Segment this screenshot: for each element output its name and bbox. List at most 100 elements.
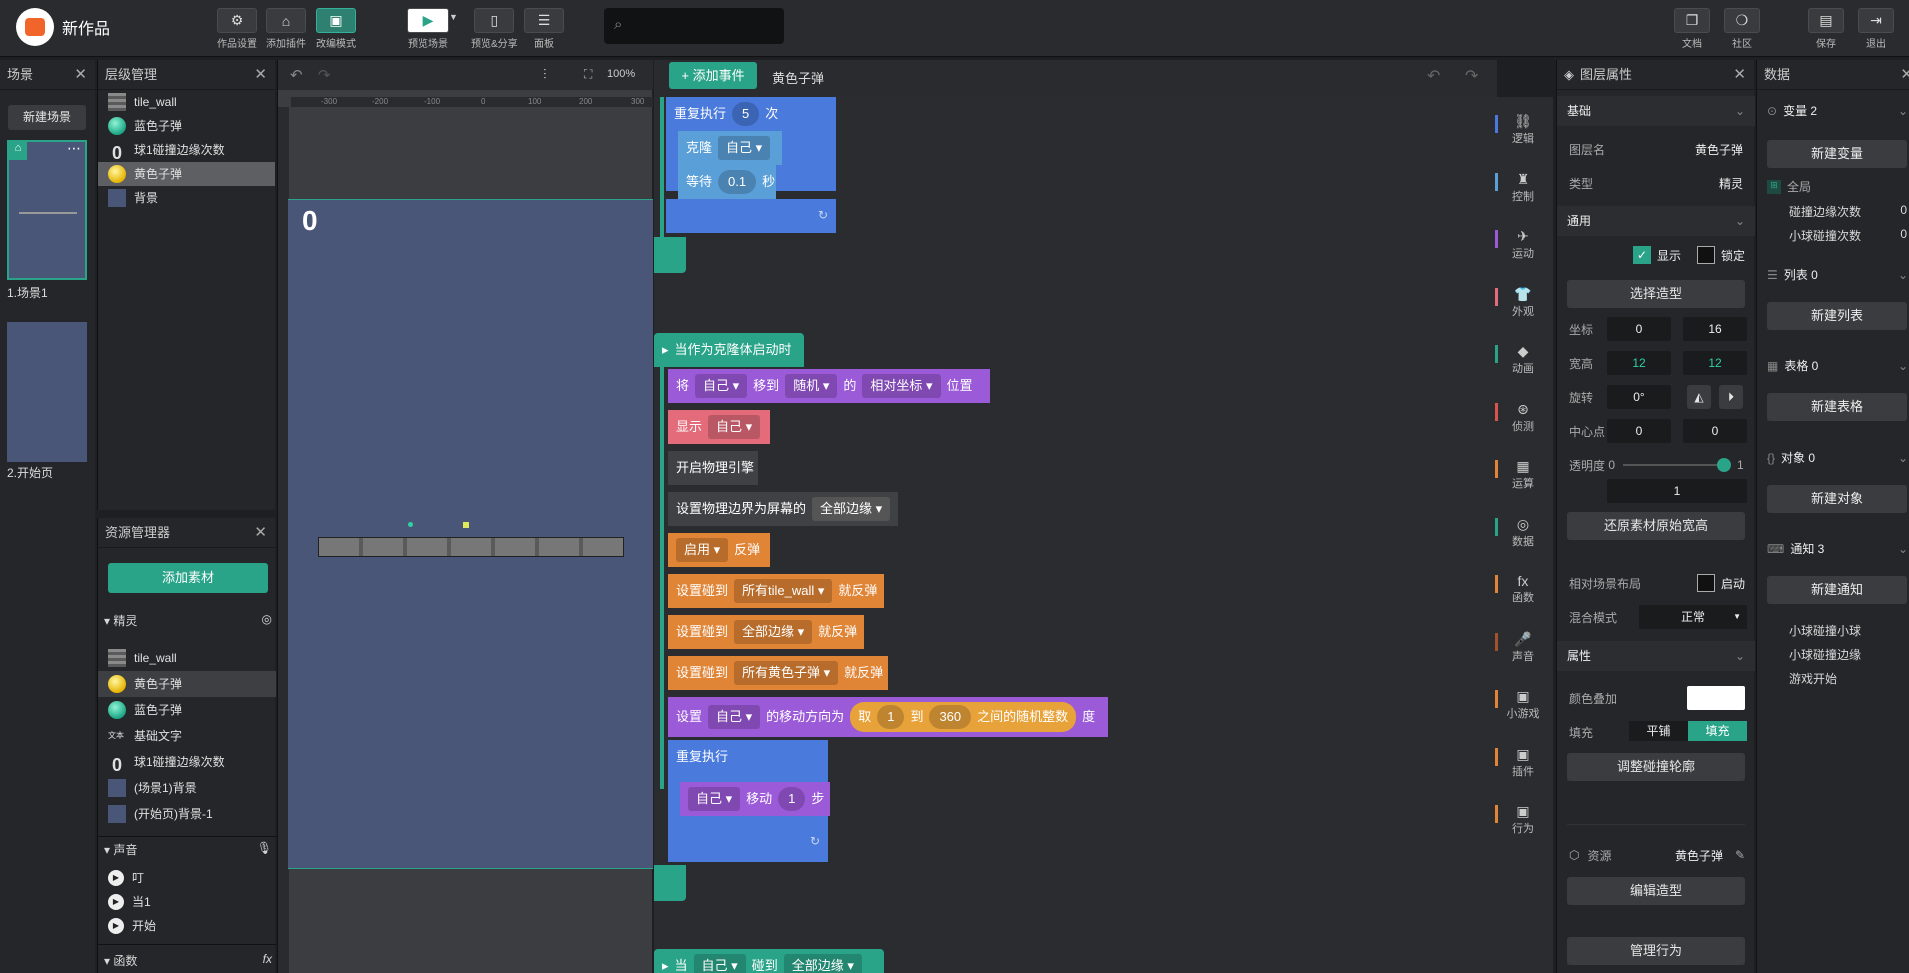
variable-item[interactable]: 小球碰撞次数 0 [1789,227,1907,244]
edit-costume-button[interactable]: 编辑造型 [1567,877,1745,905]
palette-icon[interactable]: ◎ [262,612,272,629]
enable-bounce-block[interactable]: 启用 ▾ 反弹 [668,533,770,567]
manage-behavior-button[interactable]: 管理行为 [1567,937,1745,965]
width-input[interactable]: 12 [1607,351,1671,375]
category-0[interactable]: ⛓ 逻辑 [1493,113,1553,146]
stage-canvas[interactable]: 0 [288,199,653,869]
center-x-input[interactable]: 0 [1607,419,1671,443]
functions-section-header[interactable]: ▾ 函数 fx [104,952,272,969]
tile-toggle[interactable]: 平铺 [1629,721,1688,741]
physics-block[interactable]: 开启物理引擎 [668,451,758,485]
new-list-button[interactable]: 新建列表 [1767,302,1907,330]
sound-item[interactable]: ▶ 开始 [98,914,156,938]
variable-item[interactable]: 碰撞边缘次数 0 [1789,203,1907,220]
add-asset-button[interactable]: 添加素材 [108,563,268,593]
category-6[interactable]: ▦ 运算 [1493,458,1553,491]
asset-item[interactable]: (场景1)背景 [98,775,276,801]
panel-button[interactable]: ☰ 面板 [524,8,564,50]
pencil-icon[interactable]: ✎ [1735,848,1745,862]
attributes-section[interactable]: 属性 ⌄ [1557,641,1755,671]
notices-section[interactable]: ⌨ 通知 3 ⌄ [1757,534,1909,564]
tile-wall-sprite[interactable] [318,537,624,557]
scene-thumb-2[interactable] [7,322,87,462]
tables-section[interactable]: ▦ 表格 0 ⌄ [1757,351,1909,381]
scene-thumb-1[interactable]: ⌂ ⋯ [7,140,87,280]
new-scene-button[interactable]: 新建场景 [8,105,86,130]
asset-item[interactable]: (开始页)背景-1 [98,801,276,827]
preview-share-button[interactable]: ▯ 预览&分享 [471,8,518,50]
undo-icon[interactable]: ↶ [290,66,303,84]
redo-icon[interactable]: ↷ [318,66,331,84]
app-logo[interactable] [16,8,54,46]
asset-item[interactable]: 0 球1碰撞边缘次数 [98,749,276,775]
more-icon[interactable]: ⋯ [67,140,81,157]
height-input[interactable]: 12 [1683,351,1747,375]
add-plugin-button[interactable]: ⌂ 添加插件 [266,8,306,50]
sound-section-header[interactable]: ▾ 声音 🎙 [104,841,272,858]
objects-section[interactable]: {} 对象 0 ⌄ [1757,443,1909,473]
lists-section[interactable]: ☰ 列表 0 ⌄ [1757,260,1909,290]
docs-button[interactable]: ❐ 文档 [1674,8,1710,50]
layer-item[interactable]: tile_wall [98,90,275,114]
asset-item[interactable]: 文本 基础文字 [98,723,276,749]
blue-bullet-sprite[interactable] [408,522,413,527]
flip-horizontal-icon[interactable]: ◭ [1687,385,1711,409]
sound-item[interactable]: ▶ 叮 [98,866,144,890]
close-icon[interactable]: ✕ [254,518,267,548]
category-12[interactable]: ▣ 行为 [1493,803,1553,836]
center-y-input[interactable]: 0 [1683,419,1747,443]
move-to-block[interactable]: 将自己 ▾ 移到 随机 ▾ 的相对坐标 ▾ 位置 [668,369,990,403]
microphone-icon[interactable]: 🎙 [257,841,272,858]
redo-icon[interactable]: ↷ [1465,66,1478,86]
y-input[interactable]: 16 [1683,317,1747,341]
repeat-forever-block[interactable]: 重复执行 [668,740,828,774]
layer-item[interactable]: 0 球1碰撞边缘次数 [98,138,275,163]
category-9[interactable]: 🎤 声音 [1493,631,1553,664]
variables-section[interactable]: ⊙ 变量 2 ⌄ [1757,96,1909,126]
color-swatch[interactable] [1687,686,1745,710]
repeat-block[interactable]: 重复执行 5 次 [666,97,836,131]
asset-item[interactable]: tile_wall [98,645,276,671]
random-int-reporter[interactable]: 取 1 到 360 之间的随机整数 [850,702,1077,732]
close-icon[interactable]: ✕ [74,60,87,90]
opacity-slider-handle[interactable] [1717,458,1731,472]
when-clone-event[interactable]: ▸ 当作为克隆体启动时 [654,333,804,367]
close-icon[interactable]: ✕ [254,60,267,90]
edit-mode-button[interactable]: ▣ 改编模式 [316,8,356,50]
new-table-button[interactable]: 新建表格 [1767,393,1907,421]
app-title[interactable]: 新作品 [62,15,110,39]
lock-checkbox[interactable]: 锁定 [1697,246,1745,264]
choose-costume-button[interactable]: 选择造型 [1567,280,1745,308]
blend-select[interactable]: 正常 ▼ [1639,605,1747,629]
general-section[interactable]: 通用 ⌄ [1557,206,1755,236]
wait-block[interactable]: 等待 0.1 秒 [678,165,776,199]
rotate-input[interactable]: 0° [1607,385,1671,409]
show-checkbox[interactable]: ✓ 显示 [1633,246,1681,264]
relative-layout-checkbox[interactable]: 启动 [1697,574,1745,592]
bounce-yellow-block[interactable]: 设置碰到 所有黄色子弹 ▾ 就反弹 [668,656,888,690]
add-event-button[interactable]: + 添加事件 [669,62,757,89]
search-input[interactable]: ⌕ [604,8,784,44]
preview-button[interactable]: ▶ 预览场景 [407,8,449,50]
x-input[interactable]: 0 [1607,317,1671,341]
category-8[interactable]: fx 函数 [1493,573,1553,605]
category-5[interactable]: ⊛ 侦测 [1493,401,1553,434]
blocks-canvas[interactable]: 重复执行 5 次 克隆 自己 ▾ 等待 0.1 秒 ↻ ▸ 当作为克隆体启动时 将自己 ▾ 移… [654,97,1497,973]
set-bound-block[interactable]: 设置物理边界为屏幕的 全部边缘 ▾ [668,492,898,526]
yellow-bullet-sprite[interactable] [463,522,469,528]
sliders-icon[interactable]: ⫶ [543,66,547,83]
show-block[interactable]: 显示 自己 ▾ [668,410,770,444]
adjust-collision-button[interactable]: 调整碰撞轮廓 [1567,753,1745,781]
close-icon[interactable]: ✕ [1733,60,1746,90]
notice-item[interactable]: 小球碰撞边缘 [1789,646,1861,663]
category-11[interactable]: ▣ 插件 [1493,746,1553,779]
sound-item[interactable]: ▶ 当1 [98,890,151,914]
layer-item[interactable]: 背景 [98,186,275,210]
layer-item[interactable]: 蓝色子弹 [98,114,275,138]
community-button[interactable]: ❍ 社区 [1724,8,1760,50]
move-steps-block[interactable]: 自己 ▾ 移动 1 步 [680,782,830,816]
play-circle-icon[interactable]: ▶ [108,918,124,934]
fill-toggle[interactable]: 填充 [1688,721,1747,741]
notice-item[interactable]: 游戏开始 [1789,670,1837,687]
preview-dropdown-icon[interactable]: ▼ [449,12,458,22]
